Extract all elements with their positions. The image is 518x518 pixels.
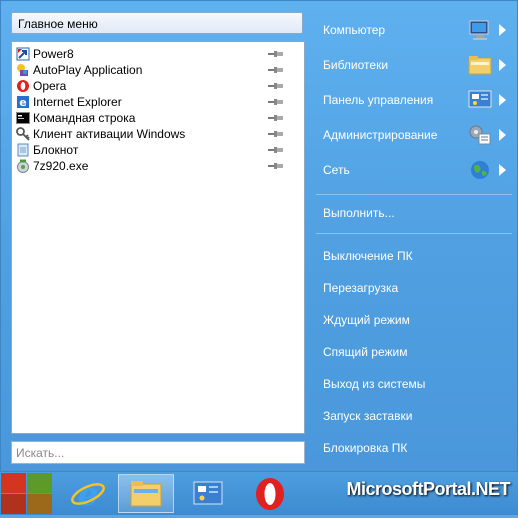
- program-label: Power8: [33, 47, 74, 61]
- right-item-label: Ждущий режим: [323, 313, 410, 327]
- right-item-run[interactable]: Выполнить...: [316, 199, 512, 227]
- right-item-administration[interactable]: Администрирование: [316, 120, 512, 150]
- start-button[interactable]: [0, 472, 54, 515]
- taskbar-control-panel-button[interactable]: [180, 474, 236, 513]
- opera-icon: [256, 478, 284, 510]
- program-item-7z920[interactable]: 7z920.exe: [12, 158, 304, 174]
- program-item-internet-explorer[interactable]: e Internet Explorer: [12, 94, 304, 110]
- computer-icon: [469, 20, 489, 40]
- pin-icon[interactable]: [268, 146, 284, 154]
- taskbar-explorer-button[interactable]: [118, 474, 174, 513]
- search-input[interactable]: [11, 441, 305, 464]
- program-label: Internet Explorer: [33, 95, 122, 109]
- submenu-arrow-icon: [499, 59, 506, 71]
- opera-icon: [17, 80, 29, 92]
- ie-icon: e: [17, 96, 29, 109]
- notepad-icon: [17, 143, 29, 157]
- divider: [316, 194, 512, 195]
- right-item-label: Выполнить...: [323, 206, 395, 220]
- right-item-label: Выход из системы: [323, 377, 426, 391]
- submenu-arrow-icon: [499, 94, 506, 106]
- pin-icon[interactable]: [268, 114, 284, 122]
- program-label: Opera: [33, 79, 67, 93]
- right-item-label: Запуск заставки: [323, 409, 413, 423]
- right-item-label: Спящий режим: [323, 345, 408, 359]
- windows-logo-icon: [1, 473, 52, 514]
- right-item-label: Перезагрузка: [323, 281, 399, 295]
- program-label: 7z920.exe: [33, 159, 89, 173]
- program-item-notepad[interactable]: Блокнот: [12, 142, 304, 158]
- svg-text:e: e: [19, 96, 26, 109]
- right-item-sleep[interactable]: Спящий режим: [316, 338, 512, 366]
- libraries-icon: [468, 56, 492, 75]
- right-item-libraries[interactable]: Библиотеки: [316, 50, 512, 80]
- right-item-label: Выключение ПК: [323, 249, 413, 263]
- menu-header: Главное меню: [11, 12, 303, 34]
- admin-tools-icon: [469, 125, 491, 145]
- right-item-computer[interactable]: Компьютер: [316, 15, 512, 45]
- pin-icon[interactable]: [268, 162, 284, 170]
- ie-icon: e: [71, 475, 105, 513]
- cmd-icon: [16, 112, 30, 124]
- power8-icon: [16, 47, 30, 61]
- pin-icon[interactable]: [268, 82, 284, 90]
- right-item-lock[interactable]: Блокировка ПК: [316, 434, 512, 462]
- program-item-autoplay[interactable]: AutoPlay Application: [12, 62, 304, 78]
- program-label: Блокнот: [33, 143, 79, 157]
- taskbar-opera-button[interactable]: [242, 474, 298, 513]
- pin-icon[interactable]: [268, 50, 284, 58]
- program-item-activation-client[interactable]: Клиент активации Windows: [12, 126, 304, 142]
- watermark-brand: MicrosoftPortal.NET: [346, 479, 510, 499]
- right-item-control-panel[interactable]: Панель управления: [316, 85, 512, 115]
- program-item-power8[interactable]: Power8: [12, 46, 304, 62]
- control-panel-icon: [193, 481, 223, 505]
- start-menu: Главное меню Power8 AutoPlay Application: [0, 0, 518, 472]
- program-item-opera[interactable]: Opera: [12, 78, 304, 94]
- submenu-arrow-icon: [499, 129, 506, 141]
- right-item-network[interactable]: Сеть: [316, 155, 512, 185]
- programs-list: Power8 AutoPlay Application Opera e Inte…: [11, 41, 305, 434]
- installer-icon: [17, 159, 29, 173]
- divider: [316, 233, 512, 234]
- program-label: AutoPlay Application: [33, 63, 143, 77]
- key-icon: [16, 127, 30, 141]
- pin-icon[interactable]: [268, 130, 284, 138]
- right-item-restart[interactable]: Перезагрузка: [316, 274, 512, 302]
- right-item-screensaver[interactable]: Запуск заставки: [316, 402, 512, 430]
- program-label: Командная строка: [33, 111, 136, 125]
- autoplay-icon: [17, 64, 28, 76]
- control-panel-icon: [468, 90, 492, 108]
- right-item-label: Блокировка ПК: [323, 441, 408, 455]
- taskbar-ie-button[interactable]: e: [60, 474, 116, 513]
- right-item-shutdown[interactable]: Выключение ПК: [316, 242, 512, 270]
- network-globe-icon: [471, 161, 489, 179]
- right-item-label: Библиотеки: [323, 58, 389, 72]
- program-item-command-prompt[interactable]: Командная строка: [12, 110, 304, 126]
- submenu-arrow-icon: [499, 164, 506, 176]
- program-label: Клиент активации Windows: [33, 127, 186, 141]
- svg-text:e: e: [78, 475, 98, 513]
- submenu-arrow-icon: [499, 24, 506, 36]
- pin-icon[interactable]: [268, 66, 284, 74]
- right-item-label: Сеть: [323, 163, 350, 177]
- right-item-label: Администрирование: [323, 128, 438, 142]
- right-item-label: Панель управления: [323, 93, 434, 107]
- right-item-label: Компьютер: [323, 23, 386, 37]
- right-item-logoff[interactable]: Выход из системы: [316, 370, 512, 398]
- pin-icon[interactable]: [268, 98, 284, 106]
- folder-icon: [130, 481, 162, 507]
- right-item-standby[interactable]: Ждущий режим: [316, 306, 512, 334]
